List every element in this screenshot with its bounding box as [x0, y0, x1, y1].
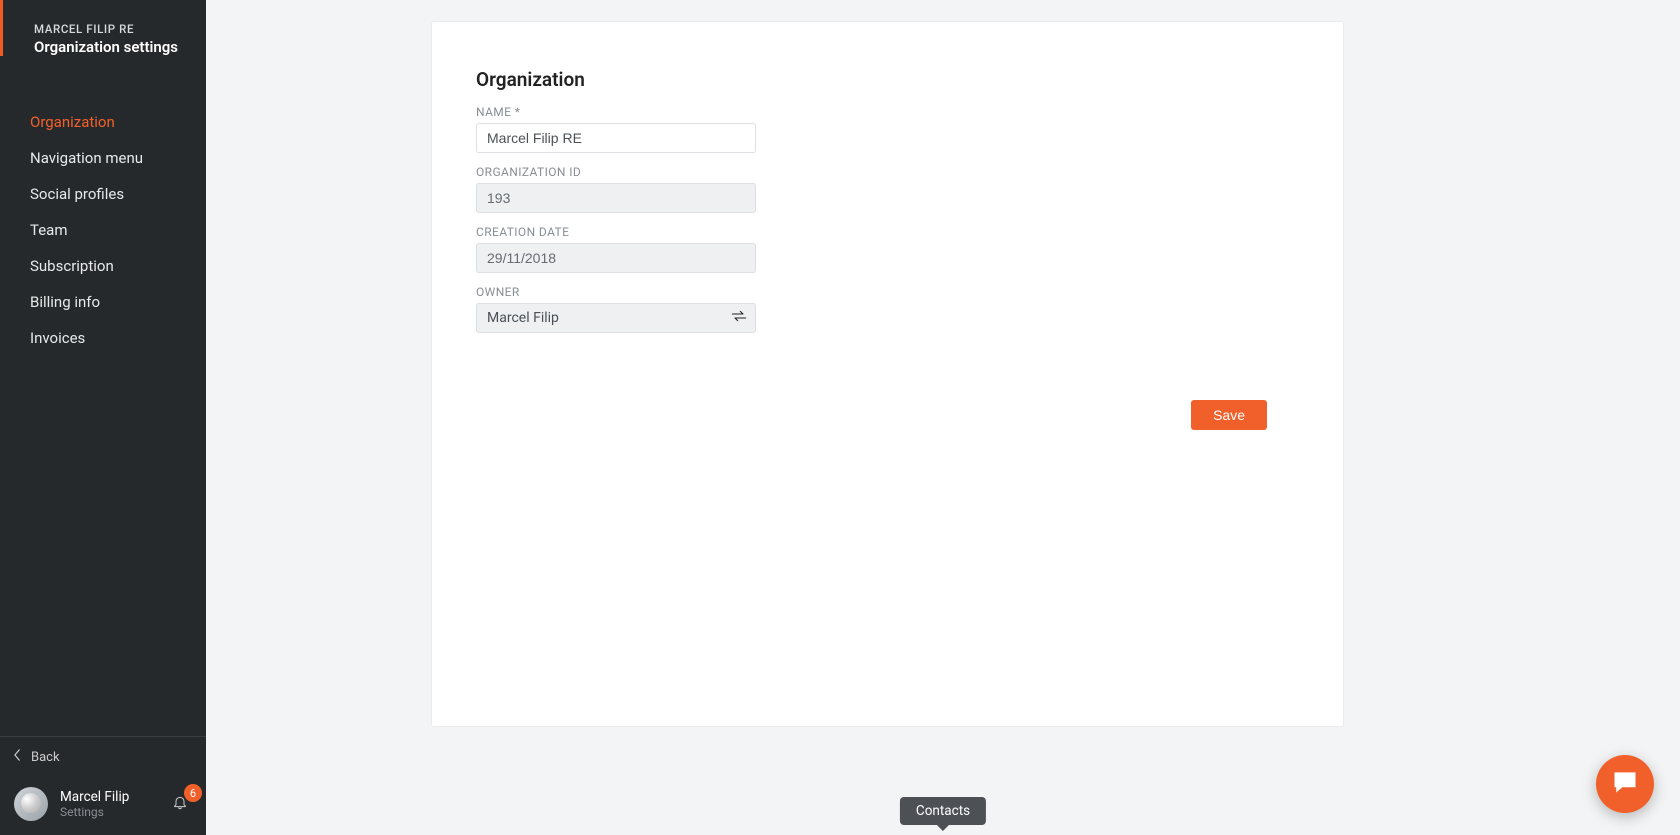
sidebar-item-navigation-menu[interactable]: Navigation menu: [0, 140, 206, 176]
sidebar-item-subscription[interactable]: Subscription: [0, 248, 206, 284]
sidebar-item-label: Subscription: [30, 257, 114, 275]
user-subtitle: Settings: [60, 805, 160, 819]
owner-field[interactable]: Marcel Filip: [476, 303, 756, 333]
tooltip-label: Contacts: [916, 803, 970, 819]
sidebar-header[interactable]: MARCEL FILIP RE Organization settings: [0, 0, 206, 76]
back-label: Back: [31, 750, 60, 765]
main-content: Organization NAME * ORGANIZATION ID CREA…: [206, 0, 1680, 835]
sidebar-item-social-profiles[interactable]: Social profiles: [0, 176, 206, 212]
sidebar-item-label: Billing info: [30, 293, 100, 311]
name-label: NAME *: [476, 105, 1299, 119]
creation-date-label: CREATION DATE: [476, 225, 1299, 239]
save-button[interactable]: Save: [1191, 400, 1267, 430]
organization-card: Organization NAME * ORGANIZATION ID CREA…: [432, 22, 1343, 726]
chevron-left-icon: [14, 749, 21, 765]
creation-date-input: [476, 243, 756, 273]
user-name: Marcel Filip: [60, 789, 160, 805]
sidebar-org-name: MARCEL FILIP RE: [34, 22, 206, 36]
form-heading: Organization: [476, 68, 1299, 91]
chat-fab[interactable]: [1596, 755, 1654, 813]
sidebar-item-label: Organization: [30, 113, 115, 131]
sidebar-item-label: Team: [30, 221, 68, 239]
sidebar-user-panel[interactable]: Marcel Filip Settings 6: [0, 777, 206, 835]
sidebar-item-billing-info[interactable]: Billing info: [0, 284, 206, 320]
user-info: Marcel Filip Settings: [60, 789, 160, 820]
sidebar-item-team[interactable]: Team: [0, 212, 206, 248]
sidebar: MARCEL FILIP RE Organization settings Or…: [0, 0, 206, 835]
notifications-badge: 6: [184, 784, 202, 802]
owner-label: OWNER: [476, 285, 1299, 299]
sidebar-item-label: Navigation menu: [30, 149, 143, 167]
owner-value: Marcel Filip: [487, 310, 559, 326]
tooltip-contacts: Contacts: [900, 797, 986, 825]
org-id-input: [476, 183, 756, 213]
sidebar-item-label: Social profiles: [30, 185, 124, 203]
sidebar-nav: Organization Navigation menu Social prof…: [0, 104, 206, 356]
sidebar-item-organization[interactable]: Organization: [0, 104, 206, 140]
notifications-button[interactable]: 6: [172, 794, 192, 814]
name-input[interactable]: [476, 123, 756, 153]
sidebar-item-label: Invoices: [30, 329, 85, 347]
sidebar-item-invoices[interactable]: Invoices: [0, 320, 206, 356]
back-button[interactable]: Back: [0, 736, 206, 777]
avatar: [14, 787, 48, 821]
chat-icon: [1611, 768, 1639, 800]
swap-icon: [731, 310, 747, 326]
org-id-label: ORGANIZATION ID: [476, 165, 1299, 179]
sidebar-section-title: Organization settings: [34, 38, 206, 56]
